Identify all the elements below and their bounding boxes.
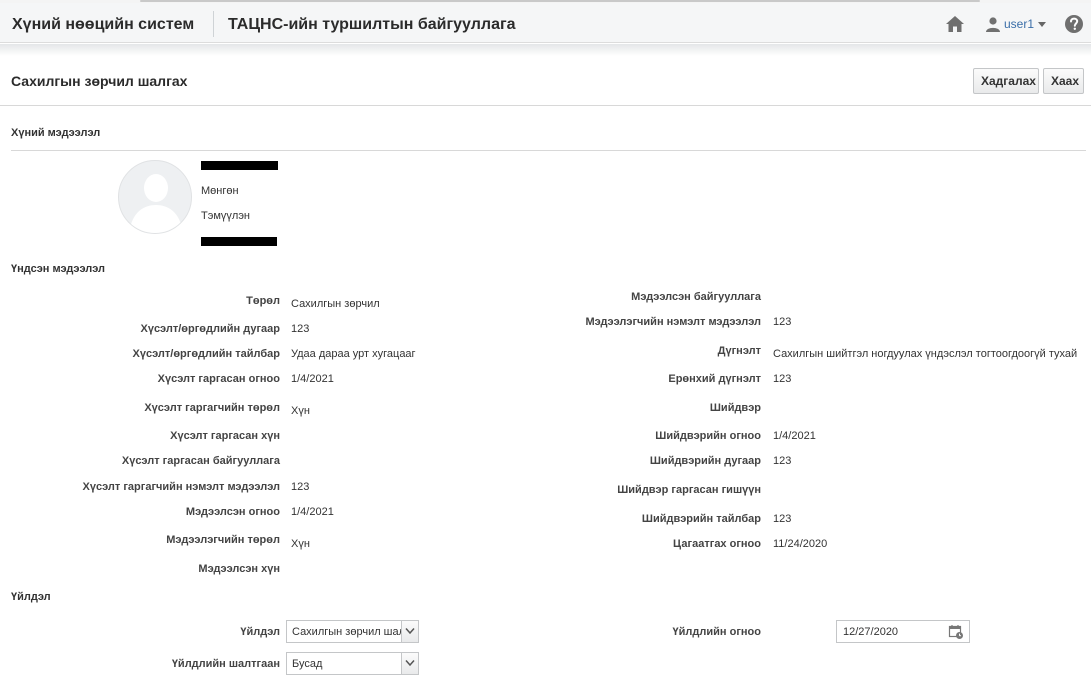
header-shadow: [0, 44, 1091, 56]
redacted-id: [201, 237, 277, 246]
person-name-1: Мөнгөн: [201, 185, 239, 197]
action-label: Үйлдэл: [240, 626, 280, 638]
chevron-down-icon[interactable]: [401, 653, 418, 674]
chevron-down-icon: [1038, 21, 1047, 27]
scrollbar-top: [140, 0, 980, 2]
field-value-decision-desc: 123: [773, 513, 792, 525]
field-label-request-number: Хүсэлт/өргөдлийн дугаар: [140, 323, 280, 335]
field-value-requester-extra: 123: [291, 481, 310, 493]
field-label-request-date: Хүсэлт гаргасан огноо: [157, 373, 280, 385]
app-title: Хүний нөөцийн систем: [12, 16, 195, 33]
action-reason-select[interactable]: Бусад: [286, 652, 419, 675]
field-label-reporter-extra: Мэдээлэгчийн нэмэлт мэдээлэл: [585, 316, 761, 328]
action-reason-label: Үйлдлийн шалтгаан: [171, 658, 280, 670]
action-select-value: Сахилгын зөрчил шал: [292, 626, 402, 638]
field-label-reporter-person: Мэдээлсэн хүн: [198, 563, 280, 575]
field-label-reporter-type: Мэдээлэгчийн төрөл: [166, 534, 280, 546]
field-label-decision-member: Шийдвэр гаргасан гишүүн: [617, 484, 761, 496]
app-header: Хүний нөөцийн систем ТАЦНС-ийн туршилтын…: [0, 3, 1091, 43]
close-button[interactable]: Хаах: [1043, 68, 1084, 94]
field-label-decision-desc: Шийдвэрийн тайлбар: [641, 513, 761, 525]
help-icon[interactable]: [1064, 14, 1084, 34]
user-icon: [986, 17, 1000, 32]
field-label-decision: Шийдвэр: [709, 402, 761, 414]
field-label-conclusion: Дүгнэлт: [717, 345, 761, 357]
page-divider: [0, 105, 1091, 106]
field-value-decision-date: 1/4/2021: [773, 430, 816, 442]
field-label-general-conclusion: Ерөнхий дүгнэлт: [668, 373, 761, 385]
field-label-requester-extra: Хүсэлт гаргагчийн нэмэлт мэдээлэл: [82, 481, 280, 493]
person-silhouette-icon: [129, 174, 183, 233]
user-menu[interactable]: user1: [985, 15, 1047, 33]
action-date-label: Үйлдлийн огноо: [672, 626, 761, 638]
field-label-requester-person: Хүсэлт гаргасан хүн: [170, 430, 280, 442]
field-label-type: Төрөл: [246, 295, 280, 307]
field-value-request-desc: Удаа дараа урт хугацааг: [291, 348, 416, 360]
field-label-requester-type: Хүсэлт гаргагчийн төрөл: [144, 402, 280, 414]
field-value-general-conclusion: 123: [773, 373, 792, 385]
field-label-acquittal-date: Цагаатгах огноо: [672, 538, 761, 550]
field-value-type: Сахилгын зөрчил: [291, 298, 380, 310]
redacted-name: [201, 161, 278, 170]
avatar: [118, 160, 192, 234]
section-person-info: Хүний мэдээлэл: [11, 127, 101, 139]
field-value-acquittal-date: 11/24/2020: [773, 538, 828, 550]
action-reason-value: Бусад: [292, 658, 323, 670]
action-date-field[interactable]: 12/27/2020: [836, 620, 970, 643]
field-value-reporter-extra: 123: [773, 316, 792, 328]
field-value-decision-number: 123: [773, 455, 792, 467]
field-value-request-number: 123: [291, 323, 310, 335]
calendar-icon[interactable]: [948, 624, 964, 640]
action-select[interactable]: Сахилгын зөрчил шал: [286, 620, 419, 643]
page-title: Сахилгын зөрчил шалгах: [11, 73, 188, 89]
section-main-info: Үндсэн мэдээлэл: [11, 263, 106, 275]
section-action: Үйлдэл: [11, 591, 51, 603]
person-name-2: Тэмүүлэн: [201, 210, 251, 222]
field-value-requester-type: Хүн: [291, 405, 310, 417]
field-label-request-desc: Хүсэлт/өргөдлийн тайлбар: [132, 348, 280, 360]
field-label-reported-org: Мэдээлсэн байгууллага: [631, 291, 761, 303]
field-value-request-date: 1/4/2021: [291, 373, 334, 385]
field-label-decision-date: Шийдвэрийн огноо: [655, 430, 761, 442]
field-value-reporter-type: Хүн: [291, 538, 310, 550]
org-title: ТАЦНС-ийн туршилтын байгууллага: [228, 16, 516, 33]
field-value-conclusion: Сахилгын шийтгэл ногдуулах үндэслэл тогт…: [773, 348, 1078, 360]
field-label-reported-date: Мэдээлсэн огноо: [185, 506, 280, 518]
field-label-requester-org: Хүсэлт гаргасан байгууллага: [121, 455, 280, 467]
home-icon[interactable]: [945, 15, 965, 33]
field-label-decision-number: Шийдвэрийн дугаар: [649, 455, 761, 467]
user-name: user1: [1004, 17, 1035, 31]
field-value-reported-date: 1/4/2021: [291, 506, 334, 518]
header-divider: [213, 11, 214, 37]
save-button[interactable]: Хадгалах: [973, 68, 1039, 94]
chevron-down-icon[interactable]: [401, 621, 418, 642]
section-divider: [11, 150, 1086, 151]
action-date-value: 12/27/2020: [843, 626, 899, 638]
